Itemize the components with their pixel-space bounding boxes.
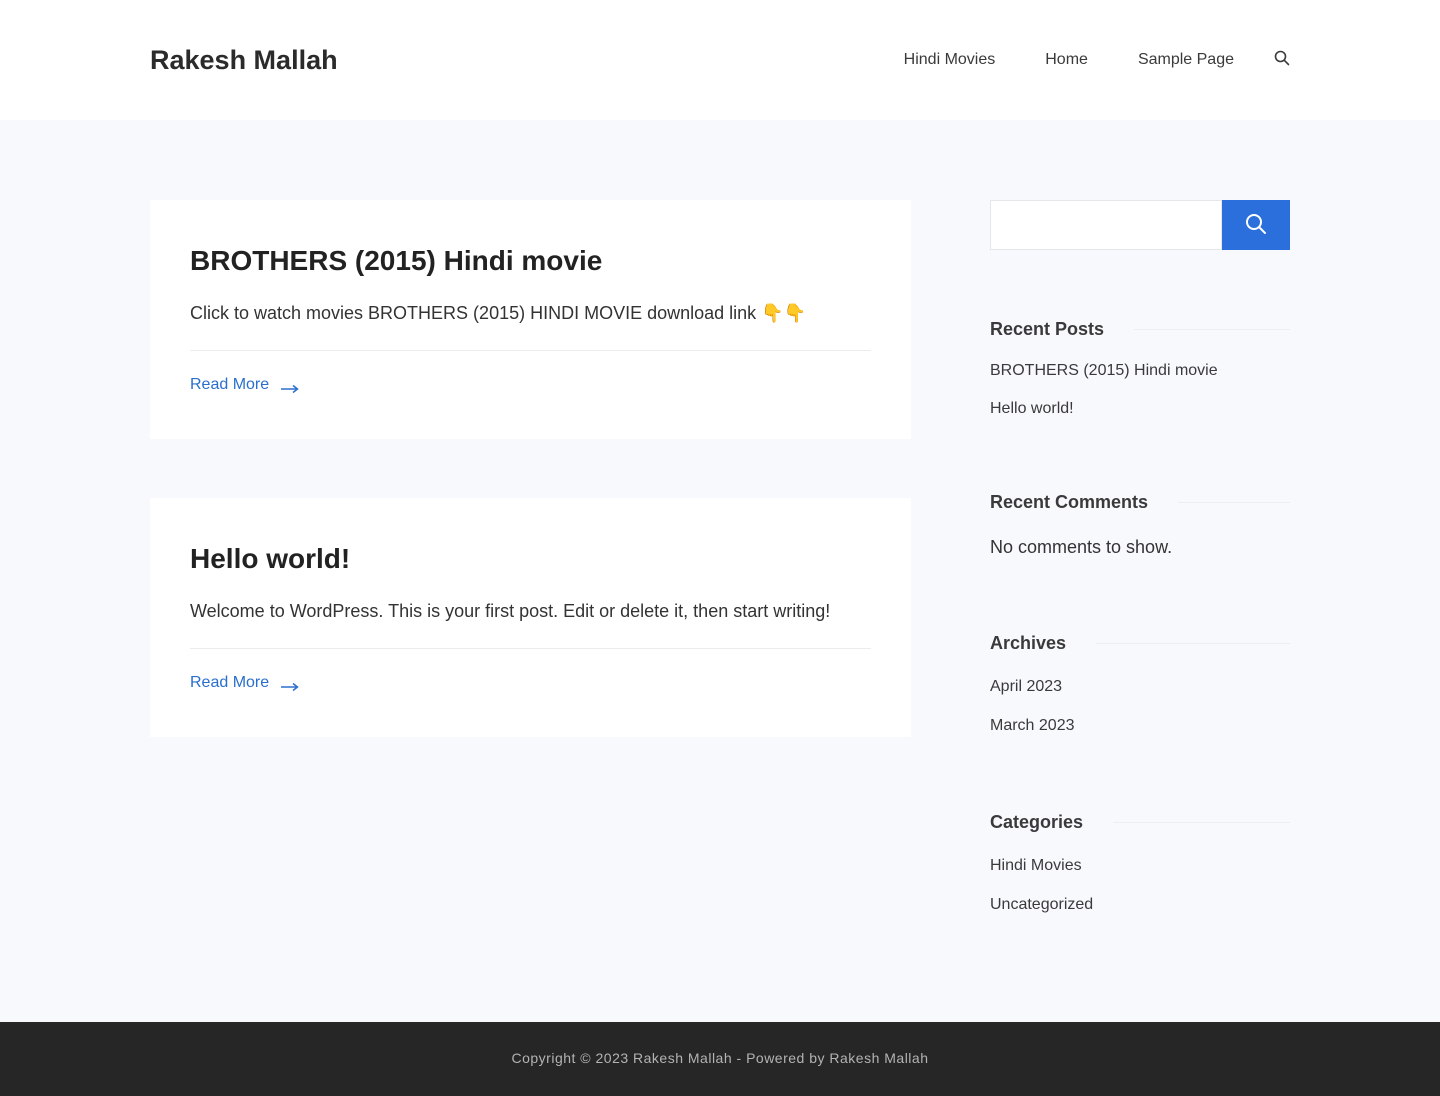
post-card: BROTHERS (2015) Hindi movie Click to wat…	[150, 200, 911, 439]
divider	[1178, 501, 1290, 503]
widget-title-archives: Archives	[990, 631, 1290, 655]
post-title[interactable]: Hello world!	[190, 542, 350, 576]
nav-item-sample-page[interactable]: Sample Page	[1138, 48, 1234, 72]
archive-link[interactable]: April 2023	[990, 677, 1062, 697]
read-more-link[interactable]: Read More	[190, 375, 299, 395]
sidebar-search	[990, 200, 1290, 250]
search-icon[interactable]	[1274, 50, 1290, 66]
copyright-text: Copyright © 2023 Rakesh Mallah - Powered…	[511, 1050, 929, 1066]
read-more-label: Read More	[190, 674, 270, 691]
divider	[190, 350, 871, 351]
read-more-label: Read More	[190, 376, 270, 393]
widget-heading: Recent Posts	[990, 318, 1105, 339]
widget-heading: Categories	[990, 811, 1084, 832]
post-excerpt: Welcome to WordPress. This is your first…	[190, 601, 831, 621]
arrow-right-icon	[281, 380, 299, 394]
divider	[1113, 821, 1290, 823]
search-icon	[1245, 213, 1267, 238]
recent-post-link[interactable]: BROTHERS (2015) Hindi movie	[990, 361, 1218, 381]
search-button[interactable]	[1222, 200, 1290, 250]
recent-post-link[interactable]: Hello world!	[990, 399, 1074, 419]
category-link[interactable]: Hindi Movies	[990, 856, 1082, 876]
post-card: Hello world! Welcome to WordPress. This …	[150, 498, 911, 737]
divider	[1134, 328, 1290, 330]
read-more-link[interactable]: Read More	[190, 673, 299, 693]
widget-title-categories: Categories	[990, 810, 1290, 834]
divider	[190, 648, 871, 649]
nav-item-hindi-movies[interactable]: Hindi Movies	[904, 48, 996, 72]
widget-heading: Archives	[990, 632, 1067, 653]
main-navigation: Hindi Movies Home Sample Page	[904, 48, 1290, 72]
site-header: Rakesh Mallah Hindi Movies Home Sample P…	[0, 0, 1440, 120]
search-input[interactable]	[990, 200, 1222, 250]
no-comments-text: No comments to show.	[990, 537, 1173, 557]
nav-item-home[interactable]: Home	[1045, 48, 1088, 72]
category-link[interactable]: Uncategorized	[990, 895, 1093, 915]
archive-link[interactable]: March 2023	[990, 716, 1075, 736]
post-excerpt: Click to watch movies BROTHERS (2015) HI…	[190, 303, 806, 323]
widget-title-recent-comments: Recent Comments	[990, 490, 1290, 514]
divider	[1096, 642, 1290, 644]
widget-heading: Recent Comments	[990, 491, 1149, 512]
site-title[interactable]: Rakesh Mallah	[150, 44, 338, 76]
arrow-right-icon	[281, 678, 299, 692]
post-title[interactable]: BROTHERS (2015) Hindi movie	[190, 244, 602, 278]
site-footer: Copyright © 2023 Rakesh Mallah - Powered…	[0, 1022, 1440, 1096]
widget-title-recent-posts: Recent Posts	[990, 317, 1290, 341]
